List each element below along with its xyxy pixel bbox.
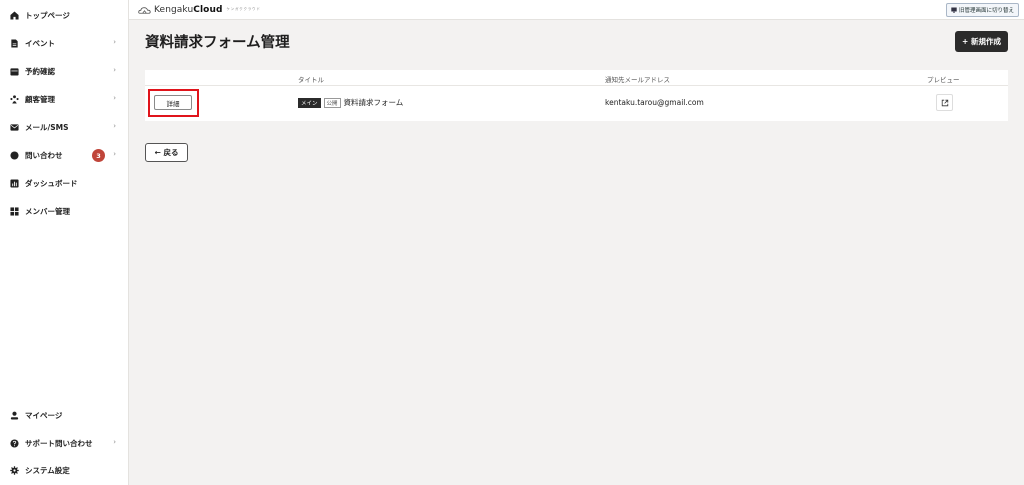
sidebar-item-mail-sms[interactable]: メール/SMS › <box>10 118 122 136</box>
sidebar: トップページ イベント › 予約確認 › 顧客管理 › メール/SMS › 問い… <box>0 0 129 485</box>
email-cell: kentaku.tarou@gmail.com <box>605 98 704 107</box>
sidebar-item-my-page[interactable]: マイページ <box>10 406 122 424</box>
sidebar-item-label: 予約確認 <box>25 66 55 76</box>
header-email: 通知先メールアドレス <box>605 76 670 84</box>
table-row: 詳細 メイン 公開 資料請求フォーム kentaku.tarou@gmail.c… <box>145 86 1008 121</box>
sidebar-item-label: イベント <box>25 38 55 48</box>
sidebar-item-label: 問い合わせ <box>25 150 63 160</box>
logo-subtitle: ケンガククラウド <box>226 7 261 11</box>
top-bar: KengakuCloud ケンガククラウド 旧管理画面に切り替え <box>129 0 1024 20</box>
sidebar-item-label: トップページ <box>25 10 70 20</box>
sidebar-item-events[interactable]: イベント › <box>10 34 122 52</box>
cloud-logo-icon <box>138 6 151 14</box>
home-icon <box>10 10 19 20</box>
detail-button[interactable]: 詳細 <box>154 95 192 110</box>
help-icon <box>10 438 19 448</box>
logo-text: KengakuCloud <box>154 4 223 15</box>
chevron-right-icon: › <box>113 94 116 102</box>
new-create-button[interactable]: + 新規作成 <box>955 31 1008 52</box>
chart-icon <box>10 178 19 188</box>
monitor-icon <box>951 7 957 13</box>
sidebar-item-label: 顧客管理 <box>25 94 55 104</box>
page-title: 資料請求フォーム管理 <box>145 35 290 51</box>
switch-old-admin-button[interactable]: 旧管理画面に切り替え <box>945 3 1019 17</box>
person-icon <box>10 411 19 420</box>
sidebar-item-label: メール/SMS <box>25 122 69 132</box>
calendar-icon <box>10 67 19 76</box>
external-link-icon <box>941 99 948 106</box>
sidebar-item-label: マイページ <box>25 410 63 420</box>
sidebar-item-support[interactable]: サポート問い合わせ › <box>10 434 122 452</box>
preview-button[interactable] <box>936 94 953 111</box>
chevron-right-icon: › <box>113 122 116 130</box>
title-cell: メイン 公開 資料請求フォーム <box>298 97 403 108</box>
notification-badge: 3 <box>92 149 105 162</box>
gear-icon <box>10 465 19 475</box>
chat-icon <box>10 150 19 160</box>
sidebar-item-dashboard[interactable]: ダッシュボード <box>10 174 122 192</box>
form-title: 資料請求フォーム <box>343 98 404 107</box>
chevron-right-icon: › <box>113 438 116 446</box>
sidebar-item-top-page[interactable]: トップページ <box>10 6 122 24</box>
header-preview: プレビュー <box>927 76 960 84</box>
logo[interactable]: KengakuCloud ケンガククラウド <box>138 3 261 16</box>
sidebar-item-label: サポート問い合わせ <box>25 438 93 448</box>
back-button[interactable]: ← 戻る <box>145 143 188 162</box>
sidebar-item-label: ダッシュボード <box>25 178 78 188</box>
chevron-right-icon: › <box>113 66 116 74</box>
sidebar-item-inquiries[interactable]: 問い合わせ 3 › <box>10 146 122 164</box>
public-tag: 公開 <box>323 97 341 108</box>
mail-icon <box>10 123 19 132</box>
chevron-right-icon: › <box>113 38 116 46</box>
header-title: タイトル <box>298 76 324 84</box>
forms-table: タイトル 通知先メールアドレス プレビュー 詳細 メイン 公開 資料請求フォーム… <box>145 70 1008 121</box>
table-header: タイトル 通知先メールアドレス プレビュー <box>145 70 1008 86</box>
main-tag: メイン <box>298 97 321 108</box>
sidebar-item-reservations[interactable]: 予約確認 › <box>10 62 122 80</box>
grid-icon <box>10 206 19 216</box>
sidebar-item-system-settings[interactable]: システム設定 <box>10 461 122 479</box>
sidebar-item-label: メンバー管理 <box>25 206 70 216</box>
users-icon <box>10 94 19 104</box>
switch-old-admin-label: 旧管理画面に切り替え <box>958 8 1014 14</box>
sidebar-item-label: システム設定 <box>25 465 70 475</box>
sidebar-item-customers[interactable]: 顧客管理 › <box>10 90 122 108</box>
chevron-right-icon: › <box>113 150 116 158</box>
document-icon <box>10 38 19 48</box>
sidebar-item-members[interactable]: メンバー管理 <box>10 202 122 220</box>
